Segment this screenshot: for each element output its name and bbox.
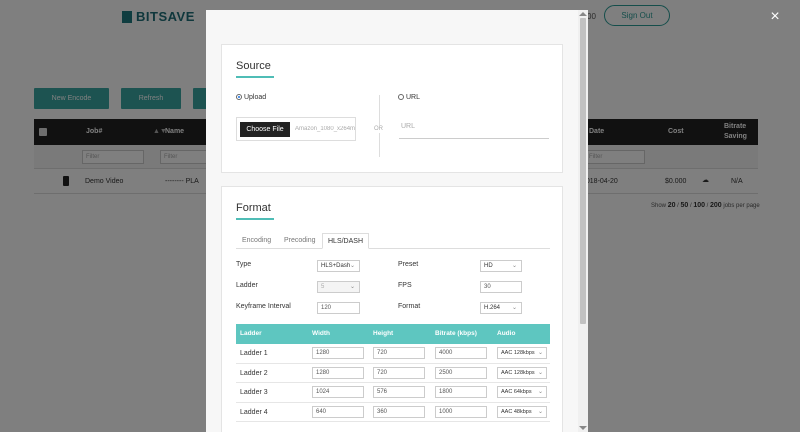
source-title: Source [236,60,271,72]
ladder-audio-select[interactable]: AAC 64kbps ⌄ [497,386,547,398]
ladder-bitrate-input[interactable]: 4000 [435,347,487,359]
url-option[interactable]: URL [398,94,420,101]
ladder-row-label: Ladder 1 [240,350,268,357]
format-card: Format Encoding Precoding HLS/DASH Type … [221,186,563,432]
ladder-audio-value: AAC 48kbps [501,408,532,415]
tab-hls-dash[interactable]: HLS/DASH [322,233,370,249]
upload-option[interactable]: Upload [236,94,266,101]
upload-radio[interactable] [236,94,242,101]
ladder-width-input[interactable]: 640 [312,405,364,418]
upload-label: Upload [243,94,267,101]
type-select[interactable]: HLS+Dash ⌄ [317,260,360,272]
ladder-height-input[interactable]: 360 [373,405,425,418]
col-ladder: Ladder [240,330,262,337]
preset-select[interactable]: HD ⌄ [480,260,522,272]
ladder-audio-value: AAC 64kbps [501,389,532,395]
choose-file-button[interactable]: Choose File [240,122,290,137]
chevron-down-icon: ⌄ [537,389,543,395]
format-title-underline [236,218,274,220]
scroll-down-icon[interactable] [579,426,587,430]
source-title-underline [236,76,274,78]
chevron-down-icon: ⌄ [537,350,543,356]
file-picker[interactable]: Choose File Amazon_1080_x264m [236,117,356,141]
chevron-down-icon: ⌄ [349,284,355,290]
ladder-audio-select[interactable]: AAC 128kbps ⌄ [497,366,547,379]
col-height: Height [373,330,394,337]
ladder-bitrate-input[interactable]: 1800 [435,386,487,398]
chevron-down-icon: ⌄ [537,369,543,376]
ladder-row: Ladder 3 1024 576 1800 AAC 64kbps ⌄ [236,383,550,403]
new-encode-modal: Source Upload URL Choose File Amazon_108… [206,10,588,432]
format-select[interactable]: H.264 ⌄ [480,302,522,314]
scroll-thumb[interactable] [580,18,586,324]
fps-label: FPS [398,282,412,289]
ladder-height-input[interactable]: 576 [373,386,425,398]
or-label: OR [374,125,383,133]
keyframe-interval-input[interactable]: 120 [317,302,360,314]
ladder-bitrate-input[interactable]: 1000 [435,405,487,418]
scroll-up-icon[interactable] [579,12,587,16]
ladder-table: Ladder Width Height Bitrate (kbps) Audio… [236,324,550,422]
close-icon[interactable]: × [768,9,782,25]
chevron-down-icon: ⌄ [511,263,517,269]
format-title: Format [236,202,271,214]
chevron-down-icon: ⌄ [511,305,517,311]
ladder-value: 5 [321,284,325,290]
ladder-row-label: Ladder 4 [240,408,268,416]
ladder-row: Ladder 1 1280 720 4000 AAC 128kbps ⌄ [236,344,550,364]
keyframe-interval-label: Keyframe Interval [236,303,291,310]
modal-content: Source Upload URL Choose File Amazon_108… [206,10,578,432]
ladder-bitrate-input[interactable]: 2500 [435,366,487,379]
url-label: URL [405,94,420,101]
ladder-label: Ladder [236,282,258,289]
url-input[interactable]: URL [399,117,549,139]
chevron-down-icon: ⌄ [537,408,543,415]
tab-encoding[interactable]: Encoding [242,237,271,244]
ladder-width-input[interactable]: 1280 [312,366,364,379]
ladder-row-label: Ladder 2 [240,369,268,377]
preset-label: Preset [398,261,419,268]
ladder-row: Ladder 4 640 360 1000 AAC 48kbps ⌄ [236,402,550,422]
tab-precoding[interactable]: Precoding [284,237,316,244]
col-width: Width [312,330,330,337]
ladder-audio-value: AAC 128kbps [501,369,535,376]
ladder-audio-select[interactable]: AAC 48kbps ⌄ [497,405,547,418]
ladder-table-header: Ladder Width Height Bitrate (kbps) Audio [236,324,550,344]
url-radio[interactable] [398,94,404,101]
chevron-down-icon: ⌄ [349,263,355,269]
type-label: Type [236,261,252,268]
fps-input[interactable]: 30 [480,281,522,293]
ladder-row-label: Ladder 3 [240,389,268,396]
preset-value: HD [484,263,493,269]
col-audio: Audio [497,330,516,337]
format-label: Format [398,303,421,310]
selected-file-name: Amazon_1080_x264m [295,126,355,132]
format-tabs: Encoding Precoding HLS/DASH [236,233,550,249]
ladder-audio-select[interactable]: AAC 128kbps ⌄ [497,347,547,359]
format-value: H.264 [484,305,501,311]
type-value: HLS+Dash [321,263,351,269]
ladder-width-input[interactable]: 1024 [312,386,364,398]
source-card: Source Upload URL Choose File Amazon_108… [221,44,563,173]
modal-scrollbar[interactable] [578,10,588,432]
ladder-row: Ladder 2 1280 720 2500 AAC 128kbps ⌄ [236,363,550,383]
ladder-select[interactable]: 5 ⌄ [317,281,360,293]
col-bitrate: Bitrate (kbps) [435,330,477,337]
ladder-height-input[interactable]: 720 [373,366,425,379]
ladder-height-input[interactable]: 720 [373,347,425,359]
ladder-width-input[interactable]: 1280 [312,347,364,359]
ladder-audio-value: AAC 128kbps [501,350,535,356]
